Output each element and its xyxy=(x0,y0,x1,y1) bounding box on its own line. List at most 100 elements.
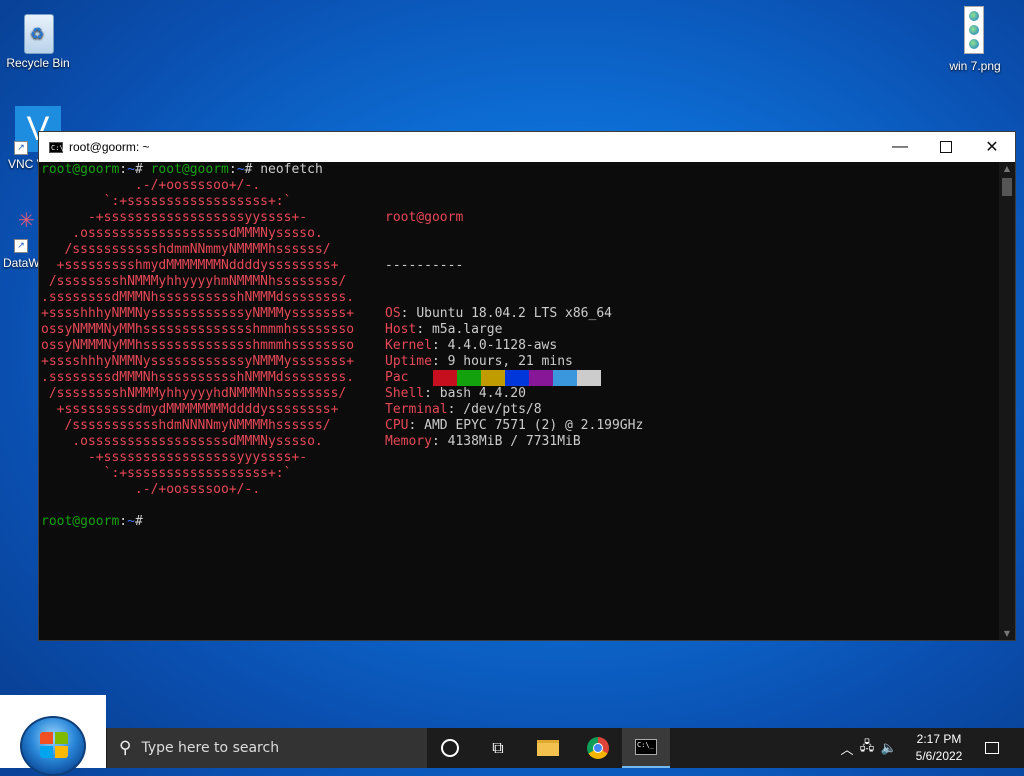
info-row: Terminal: /dev/pts/8 xyxy=(385,402,542,417)
scroll-down-icon[interactable]: ▼ xyxy=(999,629,1015,638)
search-icon: ⚲ xyxy=(119,738,132,758)
ascii-art-line: .-/+oossssoo+/-. xyxy=(41,482,261,497)
info-row: Shell: bash 4.4.20 xyxy=(385,386,526,401)
desktop-icon-label: DataW xyxy=(3,256,40,270)
ascii-art-line: -+ssssssssssssssssssyyssss+- xyxy=(41,210,308,225)
info-row: CPU: AMD EPYC 7571 (2) @ 2.199GHz xyxy=(385,418,644,433)
notification-icon xyxy=(985,742,999,754)
ascii-art-line: +sssshhhyNMMNyssssssssssssyNMMMysssssss+ xyxy=(41,306,355,321)
start-button[interactable] xyxy=(20,716,86,776)
ascii-art-line: /sssssssshNMMMyhhyyyyhdNMMMNhssssssss/ xyxy=(41,386,347,401)
cortana-icon xyxy=(441,739,459,757)
info-key: Terminal xyxy=(385,402,448,417)
info-value: Ubuntu 18.04.2 LTS x86_64 xyxy=(416,306,612,321)
ascii-art-line: .ossssssssssssssssssdMMMNysssso. xyxy=(41,226,323,241)
color-swatch xyxy=(529,370,553,386)
ascii-art-line: +ssssssssshmydMMMMMMMNddddyssssssss+ xyxy=(41,258,339,273)
info-key: Shell xyxy=(385,386,425,401)
system-info: root@goorm ---------- OS: Ubuntu 18.04.2… xyxy=(385,178,643,482)
color-swatch xyxy=(457,370,481,386)
close-button[interactable]: ✕ xyxy=(969,132,1015,162)
clock-date: 5/6/2022 xyxy=(915,749,963,763)
color-swatch xyxy=(433,370,457,386)
window-title: root@goorm: ~ xyxy=(69,140,150,154)
terminal-screen[interactable]: root@goorm:~# root@goorm:~# neofetch .-/… xyxy=(39,162,999,640)
info-key: OS xyxy=(385,306,401,321)
ascii-art-line: ossyNMMMNyMMhsssssssssssssshmmmhssssssso xyxy=(41,338,355,353)
volume-icon[interactable]: 🔈 xyxy=(878,741,900,756)
cmd-icon: C:\_ xyxy=(635,739,657,755)
color-swatch xyxy=(577,370,601,386)
info-value: bash 4.4.20 xyxy=(439,386,526,401)
info-value: 4138MiB / 7731MiB xyxy=(447,434,581,449)
info-row: Kernel: 4.4.0-1128-aws xyxy=(385,338,558,353)
scroll-up-icon[interactable]: ▲ xyxy=(999,164,1015,173)
vertical-scrollbar[interactable]: ▲ ▼ xyxy=(999,162,1015,640)
maximize-icon xyxy=(940,141,952,153)
chrome-icon xyxy=(587,737,609,759)
info-value: 9 hours, 21 mins xyxy=(447,354,573,369)
minimize-button[interactable]: — xyxy=(877,132,923,162)
color-swatch xyxy=(409,370,433,386)
ascii-art-line: +sssssssssdmydMMMMMMMMddddyssssssss+ xyxy=(41,402,339,417)
taskbar-clock[interactable]: 2:17 PM 5/6/2022 xyxy=(903,731,975,765)
ubuntu-ascii-logo: .-/+oossssoo+/-. `:+ssssssssssssssssss+:… xyxy=(41,178,354,498)
cortana-button[interactable] xyxy=(426,728,474,768)
terminal-taskbar-button[interactable]: C:\_ xyxy=(622,728,670,768)
dataw-icon: ✳ xyxy=(18,208,35,232)
terminal-window[interactable]: C:\ root@goorm: ~ — ✕ root@goorm:~# root… xyxy=(38,131,1016,641)
maximize-button[interactable] xyxy=(923,132,969,162)
notifications-button[interactable] xyxy=(978,728,1006,768)
task-view-button[interactable]: ⧉ xyxy=(474,728,522,768)
info-key: Host xyxy=(385,322,417,337)
cmd-icon: C:\ xyxy=(49,141,64,153)
shortcut-arrow-icon: ↗ xyxy=(14,239,28,253)
network-icon[interactable]: 🖧 xyxy=(856,737,878,759)
info-key: Uptime xyxy=(385,354,432,369)
color-swatch xyxy=(505,370,529,386)
info-value: m5a.large xyxy=(431,322,503,337)
info-rule: ---------- xyxy=(385,258,464,273)
ascii-art-line: .-/+oossssoo+/-. xyxy=(41,178,261,193)
close-icon: ✕ xyxy=(985,139,999,156)
ascii-art-line: .ssssssssdMMMNhsssssssssshNMMMdssssssss. xyxy=(41,370,355,385)
recycle-bin-icon: ♻ xyxy=(18,8,58,54)
ascii-art-line: .ossssssssssssssssssdMMMNysssso. xyxy=(41,434,323,449)
taskbar-search-box[interactable]: ⚲ Type here to search xyxy=(107,728,427,768)
system-tray: ︿ 🖧 🔈 xyxy=(838,728,900,768)
chevron-up-icon[interactable]: ︿ xyxy=(838,739,856,758)
info-row: Host: m5a.large xyxy=(385,322,503,337)
info-row: Memory: 4138MiB / 7731MiB xyxy=(385,434,581,449)
info-key: Memory xyxy=(385,434,432,449)
ascii-art-line: /sssssssshNMMMyhhyyyyhmNMMMNhssssssss/ xyxy=(41,274,347,289)
ascii-art-line: +sssshhhyNMMNyssssssssssssyNMMMysssssss+ xyxy=(41,354,355,369)
clock-time: 2:17 PM xyxy=(916,732,962,746)
color-swatch xyxy=(553,370,577,386)
windows-logo-icon xyxy=(40,732,70,760)
folder-icon xyxy=(537,740,559,756)
terminal-titlebar[interactable]: C:\ root@goorm: ~ — ✕ xyxy=(39,132,1015,162)
info-row: Uptime: 9 hours, 21 mins xyxy=(385,354,573,369)
info-value: AMD EPYC 7571 (2) @ 2.199GHz xyxy=(424,418,644,433)
ascii-art-line: ossyNMMMNyMMhsssssssssssssshmmmhssssssso xyxy=(41,322,355,337)
info-value: /dev/pts/8 xyxy=(463,402,542,417)
prompt-line: root@goorm:~# xyxy=(41,514,143,529)
ascii-art-line: .ssssssssdMMMNhsssssssssshNMMMdssssssss. xyxy=(41,290,355,305)
ascii-art-line: `:+ssssssssssssssssss+:` xyxy=(41,466,292,481)
desktop-icon-label: win 7.png xyxy=(949,59,1001,73)
scrollbar-thumb[interactable] xyxy=(1002,178,1012,196)
file-explorer-button[interactable] xyxy=(524,728,572,768)
chrome-button[interactable] xyxy=(574,728,622,768)
info-key: CPU xyxy=(385,418,409,433)
desktop-icon-label: Recycle Bin xyxy=(6,56,70,70)
desktop-icon-recycle-bin[interactable]: ♻ Recycle Bin xyxy=(0,8,76,70)
info-value: 4.4.0-1128-aws xyxy=(447,338,558,353)
color-swatch xyxy=(481,370,505,386)
image-file-icon xyxy=(964,6,984,54)
task-view-icon: ⧉ xyxy=(492,738,504,757)
command-line: root@goorm:~# root@goorm:~# neofetch xyxy=(41,162,323,177)
ascii-art-line: /ssssssssssshdmNNNNmyNMMMMhssssss/ xyxy=(41,418,331,433)
color-palette xyxy=(409,370,601,386)
info-row: OS: Ubuntu 18.04.2 LTS x86_64 xyxy=(385,306,612,321)
shortcut-arrow-icon: ↗ xyxy=(14,141,28,155)
